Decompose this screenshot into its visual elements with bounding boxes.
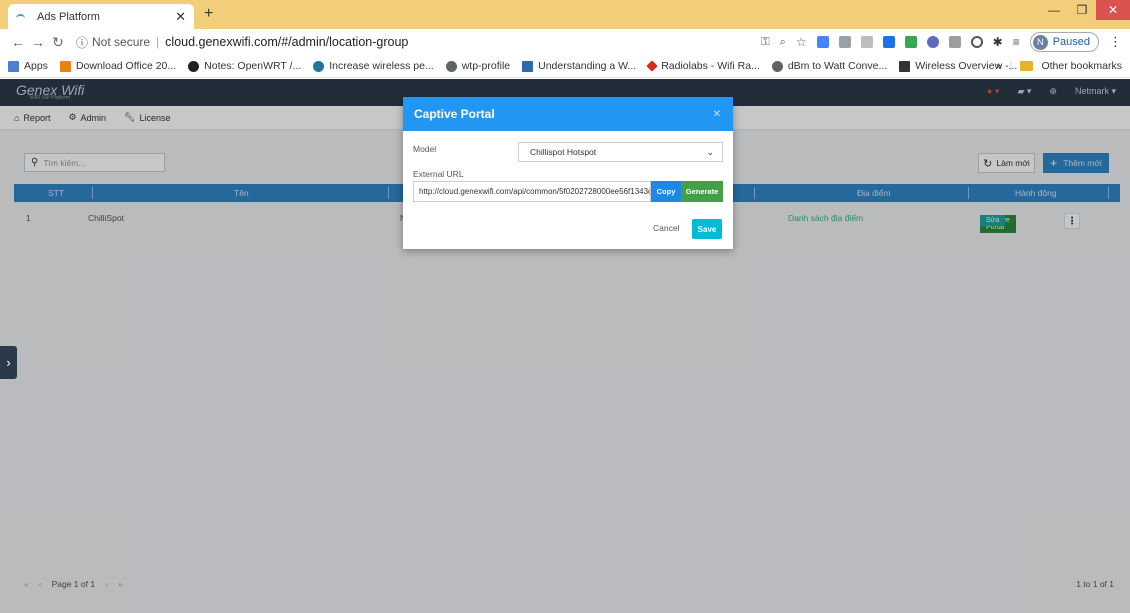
security-label: Not secure [92,35,151,49]
external-url-label: External URL [413,169,464,179]
address-bar: ← → ↻ ⓘ Not secure | cloud.genexwifi.com… [0,29,1130,55]
apps-grid-icon [8,60,19,72]
link-ext-icon[interactable] [860,36,873,48]
purple-ext-icon[interactable] [926,36,939,48]
more-bookmarks-icon[interactable]: » [996,60,1002,72]
gray-ext-icon[interactable] [948,36,961,48]
green-ext-icon[interactable] [904,36,917,48]
tab-title: Ads Platform [37,10,100,23]
external-url-row: http://cloud.genexwifi.com/api/common/5f… [413,181,723,202]
model-select[interactable]: Chillispot Hotspot ⌄ [518,142,723,162]
mail-ext-icon[interactable] [838,36,851,48]
browser-menu-icon[interactable]: ⋮ [1109,34,1122,50]
other-bookmarks[interactable]: Other bookmarks [1041,60,1122,72]
back-icon[interactable]: ← [8,34,28,50]
bookmark-item[interactable]: Radiolabs - Wifi Ra... [646,60,760,72]
bookmark-label: Download Office 20... [75,60,177,72]
bookmark-item[interactable]: Increase wireless pe... [313,60,434,72]
omnibox[interactable]: ⓘ Not secure | cloud.genexwifi.com/#/adm… [76,32,408,52]
bookmarks-bar: Apps Download Office 20... Notes: OpenWR… [0,55,1130,78]
bookmarks-overflow: » | Other bookmarks [996,60,1122,72]
new-tab-icon[interactable]: + [204,5,213,23]
translate-ext-icon[interactable] [816,36,829,48]
github-icon [188,60,200,72]
star-icon[interactable]: ☆ [796,35,807,49]
dialog-title: Captive Portal [414,107,495,121]
window-close-icon[interactable]: ✕ [1096,0,1130,20]
tab-close-icon[interactable]: ✕ [175,9,186,25]
dialog-close-icon[interactable]: ✕ [713,109,721,120]
puzzle-icon[interactable]: ✱ [993,35,1003,49]
copy-button[interactable]: Copy [651,181,681,202]
omnibox-separator: | [156,35,160,49]
bookmark-label: Notes: OpenWRT /... [204,60,302,72]
minimize-icon[interactable]: — [1040,0,1068,20]
bookmark-label: wtp-profile [461,60,511,72]
site-icon [522,60,534,72]
wifi-favicon-icon [16,12,30,22]
reload-icon[interactable]: ↻ [48,34,68,51]
circle-ext-icon[interactable] [970,36,983,48]
globe-icon [445,60,457,72]
globe-icon [771,60,783,72]
maximize-icon[interactable]: ❐ [1068,0,1096,20]
avatar: N [1032,34,1048,50]
save-button[interactable]: Save [692,219,722,239]
model-value: Chillispot Hotspot [530,147,597,157]
office-icon [59,60,71,72]
bookmark-label: Understanding a W... [538,60,637,72]
captive-portal-dialog: Captive Portal ✕ Model Chillispot Hotspo… [403,97,733,249]
sidebar-toggle-chevron-icon[interactable]: › [0,346,17,379]
bookmark-item[interactable]: Understanding a W... [522,60,636,72]
profile-status: Paused [1052,36,1090,48]
extensions-area: ⚿ ⌕ ☆ ✱ ≡ N Paused ⋮ [761,32,1122,52]
bookmark-apps[interactable]: Apps [8,60,48,72]
chevron-down-icon: ⌄ [706,146,714,157]
zoom-icon[interactable]: ⌕ [780,36,786,49]
folder-icon [1020,61,1034,71]
dialog-header: Captive Portal ✕ [403,97,733,131]
cancel-button[interactable]: Cancel [653,223,679,233]
forward-icon[interactable]: → [28,34,48,50]
profile-button[interactable]: N Paused [1029,32,1099,52]
generate-button[interactable]: Generate [681,181,723,202]
browser-tab[interactable]: Ads Platform ✕ [8,4,194,29]
external-url-input[interactable]: http://cloud.genexwifi.com/api/common/5f… [413,181,651,202]
bookmark-label: dBm to Watt Conve... [787,60,888,72]
blue-ext-icon[interactable] [882,36,895,48]
wordpress-icon [313,60,325,72]
hp-icon [899,60,911,72]
bookmark-label: Radiolabs - Wifi Ra... [661,60,760,72]
key-icon[interactable]: ⚿ [761,36,769,49]
url-text[interactable]: cloud.genexwifi.com/#/admin/location-gro… [165,35,408,49]
reading-list-icon[interactable]: ≡ [1013,35,1020,49]
radiolabs-icon [646,60,658,72]
bookmark-divider: | [1009,60,1013,72]
info-icon[interactable]: ⓘ [76,34,88,51]
model-label: Model [413,144,437,154]
bookmark-label: Increase wireless pe... [329,60,434,72]
bookmark-item[interactable]: Download Office 20... [59,60,177,72]
bookmark-item[interactable]: Notes: OpenWRT /... [188,60,301,72]
bookmark-item[interactable]: dBm to Watt Conve... [771,60,888,72]
bookmark-label: Apps [24,60,48,72]
bookmark-item[interactable]: wtp-profile [445,60,511,72]
browser-tab-bar: Ads Platform ✕ + — ❐ ✕ [0,0,1130,29]
window-controls: — ❐ ✕ [1040,0,1130,20]
